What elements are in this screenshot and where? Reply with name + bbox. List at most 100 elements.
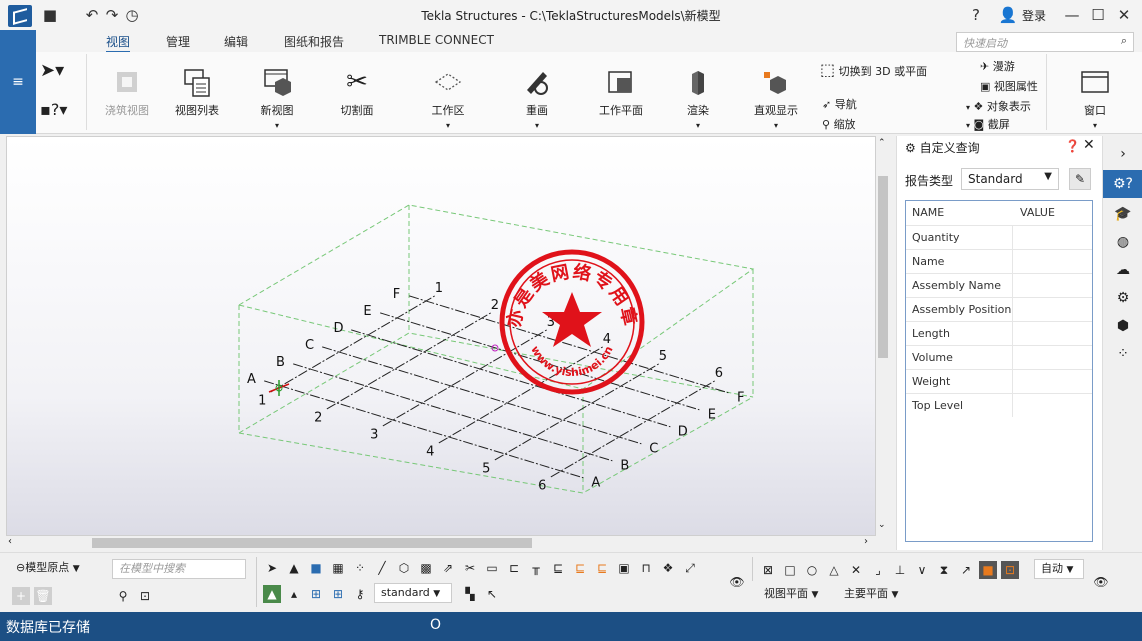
snap-box-x-icon[interactable]: ⊠ [759, 561, 777, 579]
pour-view-button[interactable]: 浇筑视图 [100, 66, 154, 118]
mesh-icon[interactable]: ▩ [417, 559, 435, 577]
group-blue2-icon[interactable]: ⊞ [329, 585, 347, 603]
snap-triangle-icon[interactable]: △ [825, 561, 843, 579]
selection-filter-select[interactable]: standard ▼ [374, 583, 452, 603]
tab-edit[interactable]: 编辑 [224, 33, 248, 50]
line-icon[interactable]: ╱ [373, 559, 391, 577]
new-view-button[interactable]: 新视图 ▾ [252, 66, 302, 131]
maximize-icon[interactable]: ☐ [1088, 5, 1108, 25]
view-vertical-scrollbar[interactable]: ⌃ ⌄ [876, 136, 890, 536]
dots-icon[interactable]: ⁘ [351, 559, 369, 577]
object-cube-icon[interactable]: ⬢ [1111, 314, 1135, 338]
layers-icon[interactable]: ❖ [659, 559, 677, 577]
navigate-button[interactable]: ➶ 导航 [822, 96, 857, 112]
group-blue-icon[interactable]: ⊞ [307, 585, 325, 603]
window-button[interactable]: 窗口 ▾ [1072, 66, 1118, 131]
grid-line-number[interactable] [550, 380, 715, 478]
tab-drawings-reports[interactable]: 图纸和报告 [284, 33, 344, 50]
cube-icon[interactable]: ⬡ [395, 559, 413, 577]
tree-icon[interactable]: ▲ [285, 559, 303, 577]
snap-corner-icon[interactable]: ⌟ [869, 561, 887, 579]
view-horizontal-scrollbar[interactable]: ‹ › [6, 536, 890, 550]
model-origin-select[interactable]: ⊖模型原点 ▼ [10, 559, 98, 579]
chevron-right-icon[interactable]: › [864, 536, 868, 547]
frame-icon[interactable]: ▭ [483, 559, 501, 577]
checker-icon[interactable]: ▚ [461, 585, 479, 603]
step-icon[interactable]: ⊑ [549, 559, 567, 577]
work-plane-button[interactable]: 工作平面 [592, 66, 650, 118]
model-view[interactable]: 112233445566AABBCCDDEEFF 亦是美网络专用章 www.yi… [6, 136, 876, 536]
snap-orange-box-icon[interactable]: ■ [979, 561, 997, 579]
custom-inquiry-tab-icon[interactable]: ⚙? [1103, 170, 1142, 198]
tree-green-icon[interactable]: ▲ [263, 585, 281, 603]
inquiry-row[interactable]: Quantity [906, 225, 1092, 249]
horizontal-scroll-thumb[interactable] [92, 538, 532, 548]
close-icon[interactable]: ✕ [1114, 5, 1134, 25]
inquiry-row[interactable]: Weight [906, 369, 1092, 393]
snap-wave-icon[interactable]: ∨ [913, 561, 931, 579]
scissors-icon[interactable]: ✂ [461, 559, 479, 577]
auto-select[interactable]: 自动 ▼ [1034, 559, 1084, 579]
object-representation-button[interactable]: ▾ ❖ 对象表示 [966, 98, 1040, 114]
edit-pencil-icon[interactable]: ✎ [1069, 168, 1091, 190]
search-icon[interactable]: ⚲ [114, 587, 132, 605]
inquiry-row[interactable]: Top Level [906, 393, 1092, 417]
report-type-select[interactable]: Standard ▼ [961, 168, 1059, 190]
minimize-icon[interactable]: — [1062, 5, 1082, 25]
render-button[interactable]: 渲染 ▾ [676, 66, 720, 131]
inquiry-row[interactable]: Assembly Position [906, 297, 1092, 321]
clip-plane-button[interactable]: ✂ 切割面 [332, 66, 382, 118]
snap-perpendicular-icon[interactable]: ⊥ [891, 561, 909, 579]
globe-icon[interactable]: ◍ [1111, 230, 1135, 254]
grid-line-letter[interactable] [351, 329, 671, 428]
tab-view[interactable]: 视图 [106, 33, 131, 53]
eye-icon[interactable]: 👁 [728, 573, 746, 591]
inquiry-row[interactable]: Length [906, 321, 1092, 345]
redraw-button[interactable]: 重画 ▾ [512, 66, 562, 131]
square-icon[interactable]: ■ [307, 559, 325, 577]
tab-trimble-connect[interactable]: TRIMBLE CONNECT [379, 33, 494, 47]
visual-display-button[interactable]: 直观显示 ▾ [748, 66, 804, 131]
grid-line-number[interactable] [438, 346, 603, 444]
apps-icon[interactable]: ⁘ [1111, 342, 1135, 366]
view-plane-select[interactable]: 视图平面 ▼ [758, 585, 834, 605]
help-icon[interactable]: ? [966, 5, 986, 25]
add-icon[interactable]: + [12, 587, 30, 605]
tab-manage[interactable]: 管理 [166, 33, 190, 50]
quick-launch-input[interactable]: 快速启动 ⌕ [956, 32, 1134, 52]
eye-icon[interactable]: 👁 [1092, 573, 1110, 591]
help-icon[interactable]: ❓ [1065, 139, 1080, 153]
zoom-selected-icon[interactable]: ⊡ [136, 587, 154, 605]
snap-arrow-icon[interactable]: ⇗ [439, 559, 457, 577]
grid-select-icon[interactable]: ▦ [329, 559, 347, 577]
snap-orange-dots-icon[interactable]: ⊡ [1001, 561, 1019, 579]
work-area-button[interactable]: 工作区 ▾ [420, 66, 476, 131]
bolt-icon[interactable]: ▣ [615, 559, 633, 577]
gear-icon[interactable]: ⚙ [1111, 286, 1135, 310]
select-pointer-icon[interactable]: ➤▾ [40, 60, 64, 81]
beam-icon[interactable]: ⊏ [505, 559, 523, 577]
zoom-button[interactable]: ⚲ 缩放 [822, 116, 856, 132]
step-orange-icon[interactable]: ⊑ [571, 559, 589, 577]
cursor-icon[interactable]: ➤ [263, 559, 281, 577]
screenshot-button[interactable]: ▾ ◙ 截屏 [966, 116, 1010, 132]
snap-arrow-icon[interactable]: ↗ [957, 561, 975, 579]
pointer-small-icon[interactable]: ↖ [483, 585, 501, 603]
snap-hourglass-icon[interactable]: ⧗ [935, 561, 953, 579]
chevron-left-icon[interactable]: ‹ [8, 536, 12, 547]
menu-icon[interactable]: ≡ [0, 30, 36, 134]
model-search-input[interactable]: 在模型中搜索 [112, 559, 246, 579]
login-link[interactable]: 登录 [1022, 7, 1046, 24]
grid-line-number[interactable] [382, 329, 547, 427]
grid-line-letter[interactable] [264, 380, 584, 479]
chevron-down-icon[interactable]: ⌄ [878, 520, 886, 530]
learning-cap-icon[interactable]: 🎓 [1111, 202, 1135, 226]
chevron-right-icon[interactable]: › [1111, 142, 1135, 166]
u-bracket-icon[interactable]: ⊓ [637, 559, 655, 577]
key-icon[interactable]: ⚷ [351, 585, 369, 603]
grid-line-letter[interactable] [293, 363, 613, 462]
inquire-icon[interactable]: ▪?▾ [40, 100, 67, 119]
close-icon[interactable]: ✕ [1083, 137, 1095, 153]
inquiry-row[interactable]: Assembly Name [906, 273, 1092, 297]
model-view-canvas[interactable]: 112233445566AABBCCDDEEFF 亦是美网络专用章 www.yi… [7, 137, 875, 535]
